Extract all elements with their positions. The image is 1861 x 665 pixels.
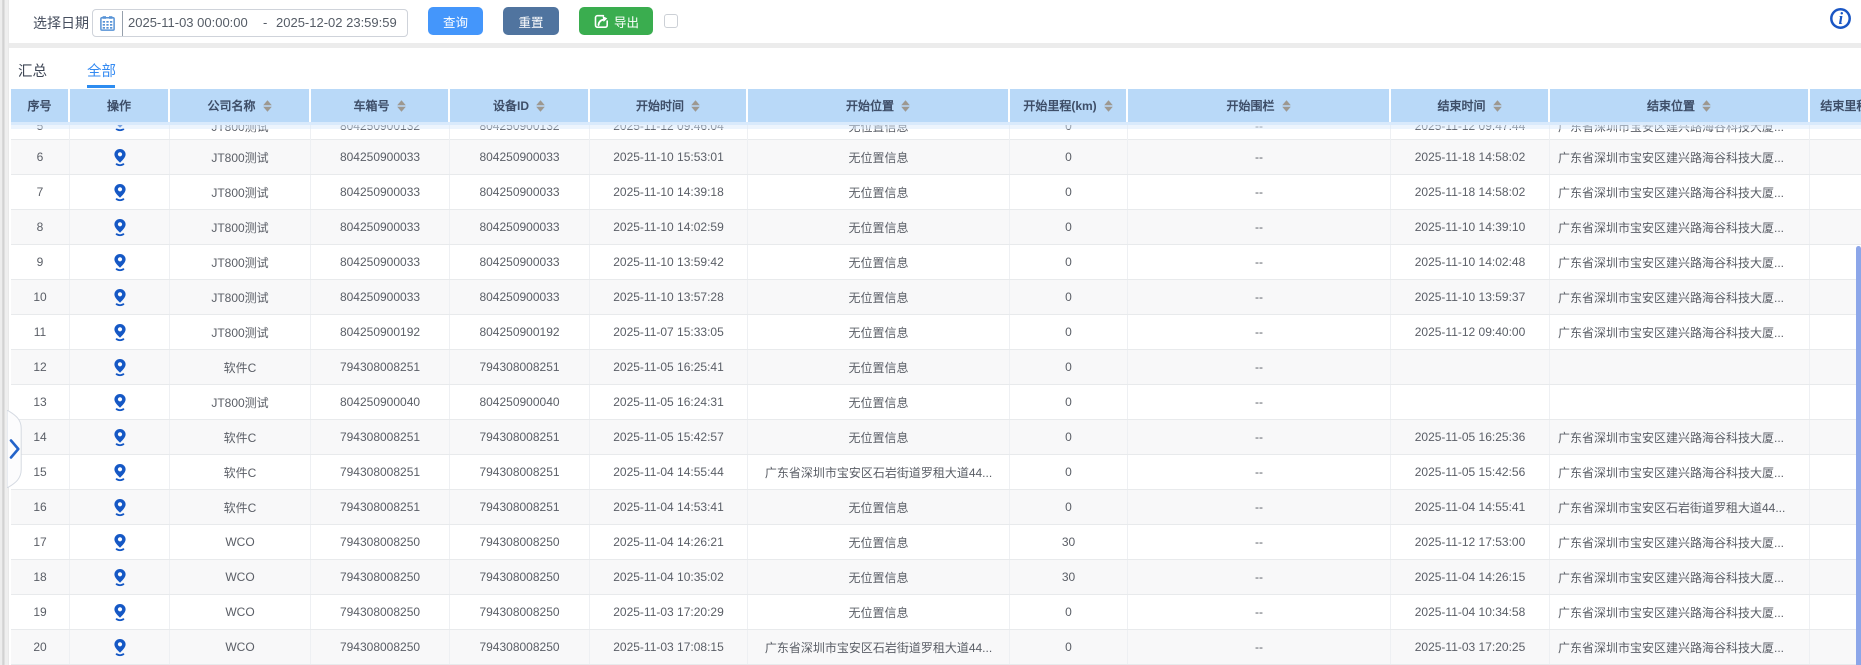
svg-text:i: i	[1839, 9, 1844, 28]
